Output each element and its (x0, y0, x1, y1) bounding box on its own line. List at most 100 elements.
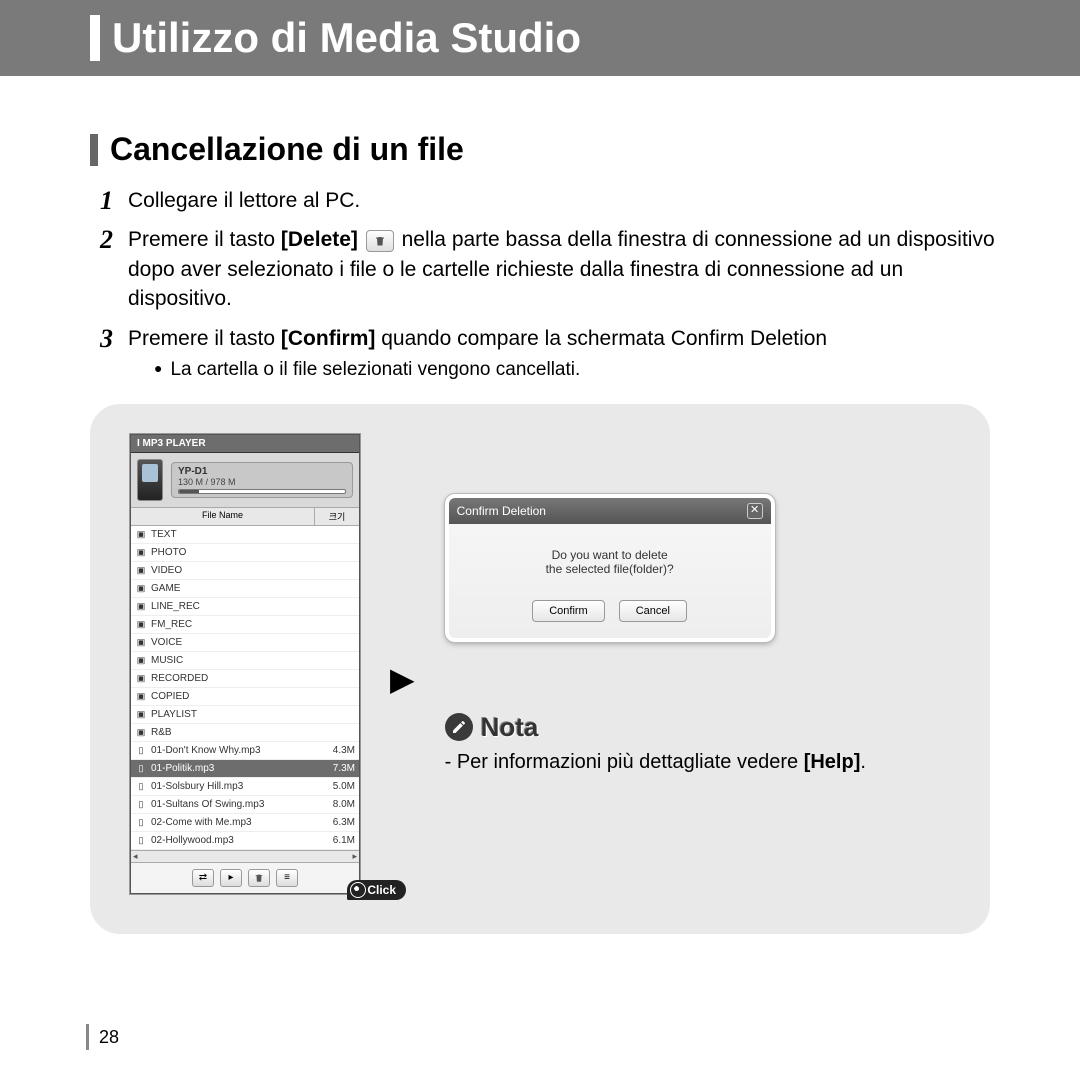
folder-icon: ▣ (135, 637, 147, 648)
file-name: RECORDED (151, 673, 319, 684)
file-row[interactable]: ▯02-Hollywood.mp36.1M (131, 832, 359, 850)
file-size: 8.0M (319, 799, 359, 810)
folder-row[interactable]: ▣ RECORDED (131, 670, 359, 688)
transfer-button[interactable]: ⇄ (192, 869, 214, 887)
folder-icon: ▣ (135, 673, 147, 684)
file-name: 01-Don't Know Why.mp3 (151, 745, 319, 756)
file-name: R&B (151, 727, 319, 738)
folder-row[interactable]: ▣ COPIED (131, 688, 359, 706)
device-name: YP-D1 (178, 466, 346, 477)
folder-icon: ▣ (135, 583, 147, 594)
dialog-title: Confirm Deletion (457, 504, 546, 518)
folder-row[interactable]: ▣ LINE_REC (131, 598, 359, 616)
device-space: 130 M / 978 M (178, 477, 346, 487)
folder-row[interactable]: ▣ PHOTO (131, 544, 359, 562)
folder-row[interactable]: ▣ R&B (131, 724, 359, 742)
confirm-deletion-dialog: Confirm Deletion ✕ Do you want to delete… (445, 494, 775, 642)
folder-row[interactable]: ▣ MUSIC (131, 652, 359, 670)
dialog-message-1: Do you want to delete (459, 548, 761, 562)
close-icon[interactable]: ✕ (747, 503, 763, 519)
note-block: Nota - Per informazioni più dettagliate … (445, 712, 950, 774)
folder-icon: ▣ (135, 529, 147, 540)
file-icon: ▯ (135, 799, 147, 810)
col-filename: File Name (131, 508, 315, 525)
folder-row[interactable]: ▣ VOICE (131, 634, 359, 652)
folder-icon: ▣ (135, 691, 147, 702)
file-row[interactable]: ▯01-Solsbury Hill.mp35.0M (131, 778, 359, 796)
page-header: Utilizzo di Media Studio (0, 0, 1080, 76)
file-name: 01-Sultans Of Swing.mp3 (151, 799, 319, 810)
folder-row[interactable]: ▣ PLAYLIST (131, 706, 359, 724)
file-size: 7.3M (319, 763, 359, 774)
step-2-text: Premere il tasto [Delete] nella parte ba… (128, 225, 1010, 313)
file-name: TEXT (151, 529, 319, 540)
file-size: 5.0M (319, 781, 359, 792)
pencil-icon (445, 713, 473, 741)
note-body: - Per informazioni più dettagliate veder… (445, 751, 950, 774)
section-accent (90, 134, 98, 166)
file-name: VOICE (151, 637, 319, 648)
file-name: PLAYLIST (151, 709, 319, 720)
step-3-bullet: La cartella o il file selezionati vengon… (154, 357, 1010, 384)
step-1-text: Collegare il lettore al PC. (128, 186, 1010, 215)
folder-icon: ▣ (135, 655, 147, 666)
steps-list: 1 Collegare il lettore al PC. 2 Premere … (100, 186, 1010, 384)
file-name: MUSIC (151, 655, 319, 666)
file-row[interactable]: ▯02-Come with Me.mp36.3M (131, 814, 359, 832)
file-name: COPIED (151, 691, 319, 702)
folder-row[interactable]: ▣ TEXT (131, 526, 359, 544)
folder-row[interactable]: ▣ GAME (131, 580, 359, 598)
page-title: Utilizzo di Media Studio (112, 14, 581, 62)
player-toolbar: ⇄ ▸ ≡ (131, 862, 359, 893)
cancel-button[interactable]: Cancel (619, 600, 687, 622)
horizontal-scrollbar[interactable]: ◂▸ (131, 850, 359, 862)
folder-icon: ▣ (135, 727, 147, 738)
step-3-bullet-text: La cartella o il file selezionati vengon… (170, 357, 580, 384)
folder-icon: ▣ (135, 709, 147, 720)
file-name: 01-Solsbury Hill.mp3 (151, 781, 319, 792)
folder-row[interactable]: ▣VIDEO (131, 562, 359, 580)
step-number-3: 3 (100, 324, 120, 384)
file-name: 02-Come with Me.mp3 (151, 817, 319, 828)
file-name: GAME (151, 583, 319, 594)
file-name: FM_REC (151, 619, 319, 630)
step-3-confirm-label: [Confirm] (281, 327, 375, 350)
section-heading: Cancellazione di un file (90, 131, 1080, 168)
folder-icon: ▣ (135, 601, 147, 612)
note-label: Nota (481, 712, 539, 743)
delete-button[interactable] (248, 869, 270, 887)
mp3-player-window: I MP3 PLAYER YP-D1 130 M / 978 M File Na… (130, 434, 360, 894)
file-list-header: File Name 크기 (131, 507, 359, 526)
note-body-bold: [Help] (804, 751, 861, 773)
folder-row[interactable]: ▣FM_REC (131, 616, 359, 634)
arrow-right-icon: ▶ (390, 660, 415, 698)
header-accent (90, 15, 100, 61)
file-size: 6.3M (319, 817, 359, 828)
file-name: 01-Politik.mp3 (151, 763, 319, 774)
file-icon: ▯ (135, 745, 147, 756)
file-row[interactable]: ▯01-Politik.mp37.3M (131, 760, 359, 778)
step-3-frag-b: quando compare la schermata Confirm Dele… (375, 327, 827, 350)
file-name: PHOTO (151, 547, 319, 558)
click-badge: Click (347, 880, 406, 900)
file-size: 4.3M (319, 745, 359, 756)
file-list[interactable]: ▣TEXT▣PHOTO▣VIDEO▣GAME▣LINE_REC▣FM_REC▣V… (131, 526, 359, 850)
note-body-prefix: - Per informazioni più dettagliate veder… (445, 751, 804, 773)
section-title-text: Cancellazione di un file (110, 131, 464, 168)
step-number-1: 1 (100, 186, 120, 215)
step-3-frag-a: Premere il tasto (128, 327, 281, 350)
confirm-button[interactable]: Confirm (532, 600, 605, 622)
file-name: LINE_REC (151, 601, 319, 612)
play-button[interactable]: ▸ (220, 869, 242, 887)
page-footer: 28 (86, 1024, 119, 1050)
player-titlebar: I MP3 PLAYER (131, 435, 359, 453)
col-filesize: 크기 (315, 508, 359, 525)
file-row[interactable]: ▯ 01-Sultans Of Swing.mp38.0M (131, 796, 359, 814)
device-space-bar (178, 489, 346, 494)
note-body-suffix: . (860, 751, 866, 773)
options-button[interactable]: ≡ (276, 869, 298, 887)
file-icon: ▯ (135, 835, 147, 846)
page-number: 28 (99, 1027, 119, 1048)
file-row[interactable]: ▯ 01-Don't Know Why.mp34.3M (131, 742, 359, 760)
folder-icon: ▣ (135, 547, 147, 558)
